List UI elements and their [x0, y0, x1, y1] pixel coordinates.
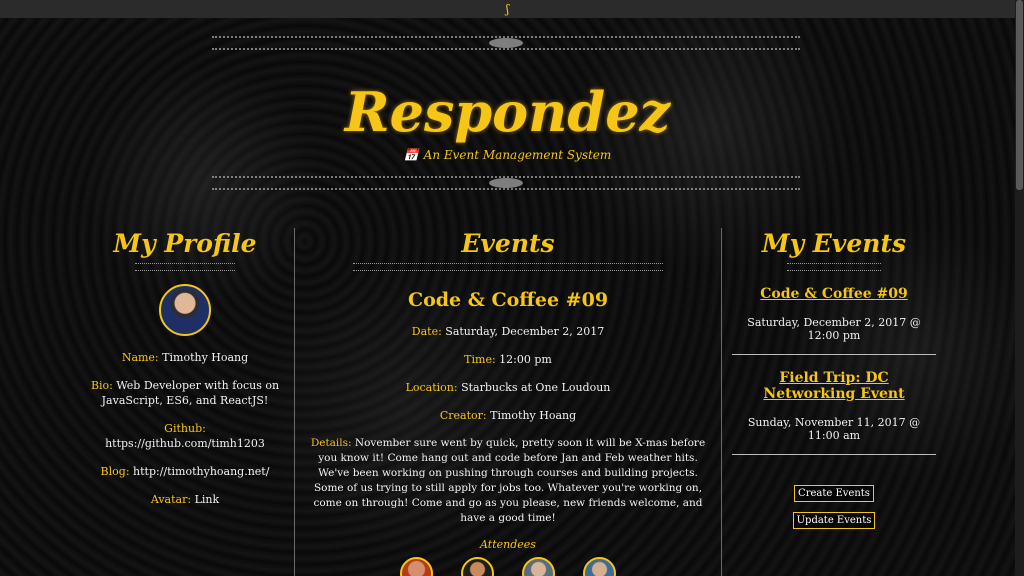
attendee-avatar[interactable]: [583, 557, 616, 576]
profile-avatar-link: Avatar: Link: [150, 493, 220, 506]
event-location: Location: Starbucks at One Loudoun: [405, 381, 611, 394]
create-events-button[interactable]: Create Events: [794, 485, 874, 502]
my-events-actions: Create Events Update Events: [732, 469, 936, 529]
my-events-panel: My Events Code & Coffee #09 Saturday, De…: [732, 228, 936, 529]
bottom-ornament: [212, 176, 800, 190]
profile-blog: Blog: http://timothyhoang.net/: [100, 465, 270, 478]
profile-panel: My Profile Name: Timothy Hoang Bio: Web …: [85, 228, 285, 520]
attendee-avatar[interactable]: [400, 557, 433, 576]
attendees-title: Attendees: [480, 538, 536, 551]
my-events-heading: My Events: [761, 229, 907, 258]
my-event-link[interactable]: Code & Coffee #09: [732, 286, 936, 302]
site-title: Respondez: [344, 80, 671, 144]
profile-bio: Bio: Web Developer with focus on JavaScr…: [90, 379, 280, 407]
page-background: Respondez 📅 An Event Management System M…: [0, 18, 1015, 576]
events-panel: Events Code & Coffee #09 Date: Saturday,…: [305, 228, 711, 576]
top-ornament: [212, 36, 800, 50]
profile-github: Github: https://github.com/timh1203: [105, 422, 265, 450]
browser-topbar: ʃ: [0, 0, 1015, 18]
profile-name: Name: Timothy Hoang: [121, 351, 249, 364]
event-title: Code & Coffee #09: [407, 289, 609, 311]
site-logo: Respondez 📅 An Event Management System: [0, 80, 1015, 163]
events-heading: Events: [461, 229, 555, 258]
my-event-item: Field Trip: DC Networking Event Sunday, …: [732, 370, 936, 455]
event-time: Time: 12:00 pm: [464, 353, 552, 366]
event-details: Details: November sure went by quick, pr…: [310, 437, 706, 524]
events-heading-ornament: [353, 263, 663, 271]
calendar-icon: 📅: [403, 148, 419, 162]
attendees-list: [305, 557, 711, 576]
event-creator: Creator: Timothy Hoang: [439, 409, 577, 422]
attendee-avatar[interactable]: [522, 557, 555, 576]
event-date: Date: Saturday, December 2, 2017: [411, 325, 605, 338]
profile-avatar: [159, 284, 211, 336]
column-divider-left: [294, 228, 295, 576]
update-events-button[interactable]: Update Events: [792, 512, 876, 529]
profile-heading-ornament: [135, 263, 235, 271]
my-event-date: Sunday, November 11, 2017 @ 11:00 am: [747, 416, 921, 442]
my-event-link[interactable]: Field Trip: DC Networking Event: [732, 370, 936, 402]
subtitle-text: An Event Management System: [423, 148, 612, 162]
column-divider-right: [721, 228, 722, 576]
profile-heading: My Profile: [113, 229, 257, 258]
my-events-heading-ornament: [787, 263, 881, 271]
scrollbar[interactable]: [1015, 0, 1024, 576]
site-subtitle: 📅 An Event Management System: [404, 148, 612, 162]
paperclip-icon[interactable]: ʃ: [506, 3, 509, 15]
my-event-date: Saturday, December 2, 2017 @ 12:00 pm: [747, 316, 921, 342]
my-event-item: Code & Coffee #09 Saturday, December 2, …: [732, 286, 936, 355]
scrollbar-thumb[interactable]: [1016, 0, 1023, 190]
attendee-avatar[interactable]: [461, 557, 494, 576]
